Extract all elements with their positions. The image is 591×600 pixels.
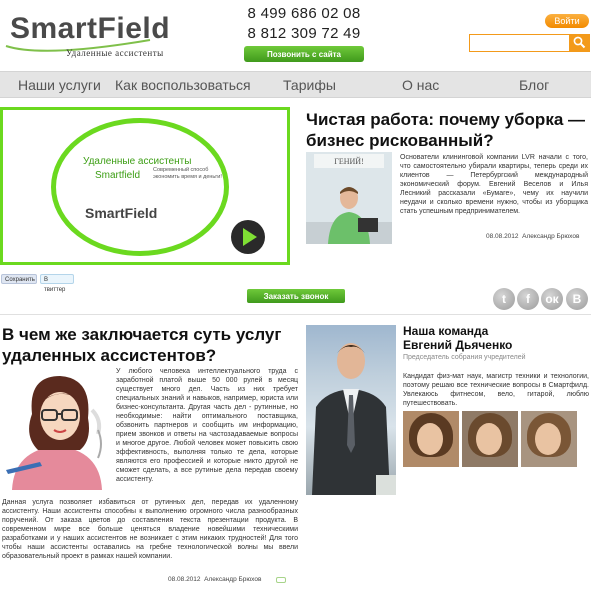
- team-thumb-face: [417, 423, 443, 455]
- section-divider: [0, 314, 591, 315]
- article2-meta: 08.08.2012 Александр Брюхов: [168, 576, 261, 583]
- team-thumb-face: [535, 423, 561, 455]
- svg-text:ГЕНИЙ!: ГЕНИЙ!: [334, 157, 364, 166]
- article2-title[interactable]: В чем же заключается суть услуг удаленны…: [2, 324, 297, 366]
- assistant-illustration: [2, 370, 114, 496]
- team-thumb-3[interactable]: [521, 411, 577, 467]
- site-logo[interactable]: SmartField Удаленные ассистенты: [4, 8, 170, 58]
- promo-video-frame: Удаленные ассистенты Smartfield Современ…: [3, 110, 287, 262]
- share-tweet-button[interactable]: В твиттер: [40, 274, 74, 293]
- team-member-photo[interactable]: [306, 325, 396, 495]
- promo-logo: SmartField: [85, 205, 158, 221]
- main-nav: Наши услуги Как воспользоваться Тарифы О…: [0, 71, 591, 98]
- call-from-site-button[interactable]: Позвонить с сайта: [244, 46, 364, 62]
- comment-icon[interactable]: [276, 577, 286, 583]
- promo-note: Современный способ экономить время и ден…: [153, 167, 222, 180]
- article2-text-part2: Данная услуга позволяет избавиться от ру…: [2, 499, 298, 560]
- phone-number-1: 8 499 686 02 08: [247, 5, 361, 22]
- article1-photo[interactable]: ГЕНИЙ!: [306, 152, 392, 244]
- article1-photo-illustration: ГЕНИЙ!: [306, 152, 392, 244]
- team-heading: Наша команда Евгений Дьяченко: [403, 324, 512, 352]
- share-save-button[interactable]: Сохранить: [1, 274, 37, 284]
- team-member-bio: Кандидат физ-мат наук, магистр техники и…: [403, 373, 589, 407]
- article2-author[interactable]: Александр Брюхов: [204, 576, 261, 583]
- vkontakte-icon[interactable]: B: [566, 288, 588, 310]
- team-section-title[interactable]: Наша команда: [403, 324, 512, 338]
- nav-item-blog[interactable]: Блог: [519, 77, 549, 93]
- login-button[interactable]: Войти: [545, 14, 589, 28]
- phone-number-2: 8 812 309 72 49: [247, 25, 361, 42]
- team-thumb-face: [476, 423, 502, 455]
- assistant-illustration-art: [6, 376, 102, 490]
- article2-text-part1: У любого человека интеллектуального труд…: [116, 368, 298, 483]
- odnoklassniki-icon[interactable]: ок: [541, 288, 563, 310]
- article1-date: 08.08.2012: [486, 233, 519, 240]
- phone-block: 8 499 686 02 08 8 812 309 72 49 Позвонит…: [244, 4, 364, 62]
- search-button[interactable]: [569, 34, 590, 52]
- article1-text: Основатели клининговой компании LVR нача…: [400, 154, 588, 215]
- promo-title: Удаленные ассистенты: [83, 156, 192, 167]
- facebook-icon[interactable]: f: [517, 288, 539, 310]
- team-member-photo-illustration: [312, 343, 396, 495]
- team-thumb-2[interactable]: [462, 411, 518, 467]
- twitter-icon[interactable]: t: [493, 288, 515, 310]
- article1-meta: 08.08.2012 Александр Брюхов: [486, 233, 579, 240]
- nav-item-about[interactable]: О нас: [402, 77, 439, 93]
- promo-brand: Smartfield: [95, 170, 141, 181]
- nav-item-tariffs[interactable]: Тарифы: [283, 77, 336, 93]
- team-member-role: Председатель собрания учредителей: [403, 354, 526, 361]
- play-icon[interactable]: [231, 220, 265, 254]
- search-icon: [573, 36, 586, 49]
- article2-date: 08.08.2012: [168, 576, 201, 583]
- promo-ring: [51, 118, 229, 256]
- team-member-name[interactable]: Евгений Дьяченко: [403, 338, 512, 352]
- nav-item-services[interactable]: Наши услуги: [18, 77, 101, 93]
- article1-author[interactable]: Александр Брюхов: [522, 233, 579, 240]
- logo-wordmark: SmartField: [10, 12, 171, 45]
- search-input[interactable]: [469, 34, 569, 52]
- promo-video[interactable]: Удаленные ассистенты Smartfield Современ…: [0, 107, 290, 265]
- article1-title[interactable]: Чистая работа: почему уборка — бизнес ри…: [306, 109, 591, 151]
- nav-item-how-to-use[interactable]: Как воспользоваться: [115, 77, 251, 93]
- logo-subtitle: Удаленные ассистенты: [66, 48, 164, 58]
- order-call-button[interactable]: Заказать звонок: [247, 289, 345, 303]
- team-thumb-1[interactable]: [403, 411, 459, 467]
